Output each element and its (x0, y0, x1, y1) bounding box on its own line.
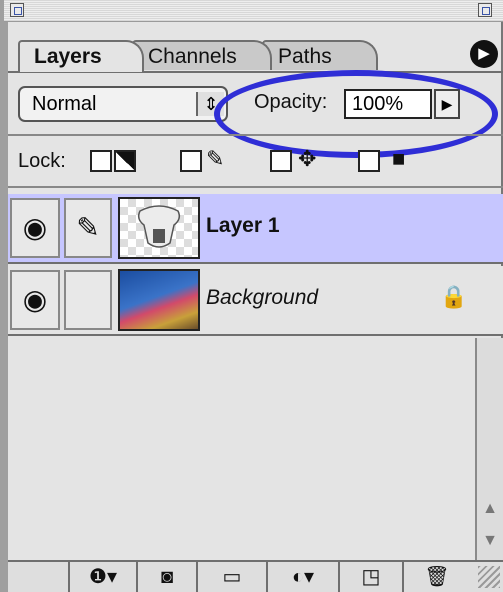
folder-icon[interactable]: ▭ (196, 562, 266, 592)
blend-mode-value: Normal (32, 93, 97, 115)
zoom-box-icon[interactable] (478, 3, 492, 17)
trash-icon[interactable]: 🗑 (402, 562, 470, 592)
eye-icon: ◉ (22, 212, 48, 243)
lock-position-checkbox[interactable] (270, 150, 292, 172)
tab-paths[interactable]: Paths (262, 40, 378, 70)
layer-thumbnail (118, 197, 200, 259)
eye-icon: ◉ (22, 284, 48, 315)
vertical-scrollbar[interactable] (475, 338, 503, 560)
lock-icon: 🔒 (440, 284, 468, 309)
mask-icon[interactable]: ◙ (136, 562, 196, 592)
brush-icon[interactable]: ✎ (64, 198, 112, 258)
brush-icon: ✎ (206, 146, 225, 171)
lock-label: Lock: (18, 150, 66, 172)
lock-icon: ■ (392, 146, 406, 171)
scroll-up-icon[interactable]: ▲ (477, 496, 503, 522)
panel-menu-icon[interactable]: ▶ (470, 40, 498, 68)
transparency-icon (114, 150, 136, 172)
tab-channels[interactable]: Channels (132, 40, 272, 70)
lock-row (8, 134, 503, 188)
layer-name[interactable]: Layer 1 (206, 214, 280, 238)
layers-list-empty-area (8, 338, 475, 560)
lock-image-checkbox[interactable] (180, 150, 202, 172)
adjustment-layer-icon[interactable]: ◐▾ (266, 562, 338, 592)
tab-layers[interactable]: Layers (18, 40, 144, 72)
tab-label: Paths (278, 45, 332, 68)
skull-image (137, 205, 181, 248)
link-cell[interactable] (64, 270, 112, 330)
scroll-down-icon[interactable]: ▼ (477, 528, 503, 554)
palette-title-bar[interactable] (4, 0, 503, 22)
move-icon: ✥ (298, 146, 317, 171)
visibility-toggle[interactable]: ◉ (10, 270, 60, 330)
tab-label: Channels (148, 45, 237, 68)
layer-thumbnail (118, 269, 200, 331)
resize-grip-icon[interactable] (478, 566, 500, 588)
close-box-icon[interactable] (10, 3, 24, 17)
lock-transparency-checkbox[interactable] (90, 150, 112, 172)
lock-all-checkbox[interactable] (358, 150, 380, 172)
tab-label: Layers (34, 45, 102, 68)
new-layer-icon[interactable]: ◳ (338, 562, 402, 592)
layer-style-icon[interactable]: ❶▾ (68, 562, 136, 592)
window-edge (0, 0, 8, 592)
layer-name[interactable]: Background (206, 286, 318, 310)
visibility-toggle[interactable]: ◉ (10, 198, 60, 258)
